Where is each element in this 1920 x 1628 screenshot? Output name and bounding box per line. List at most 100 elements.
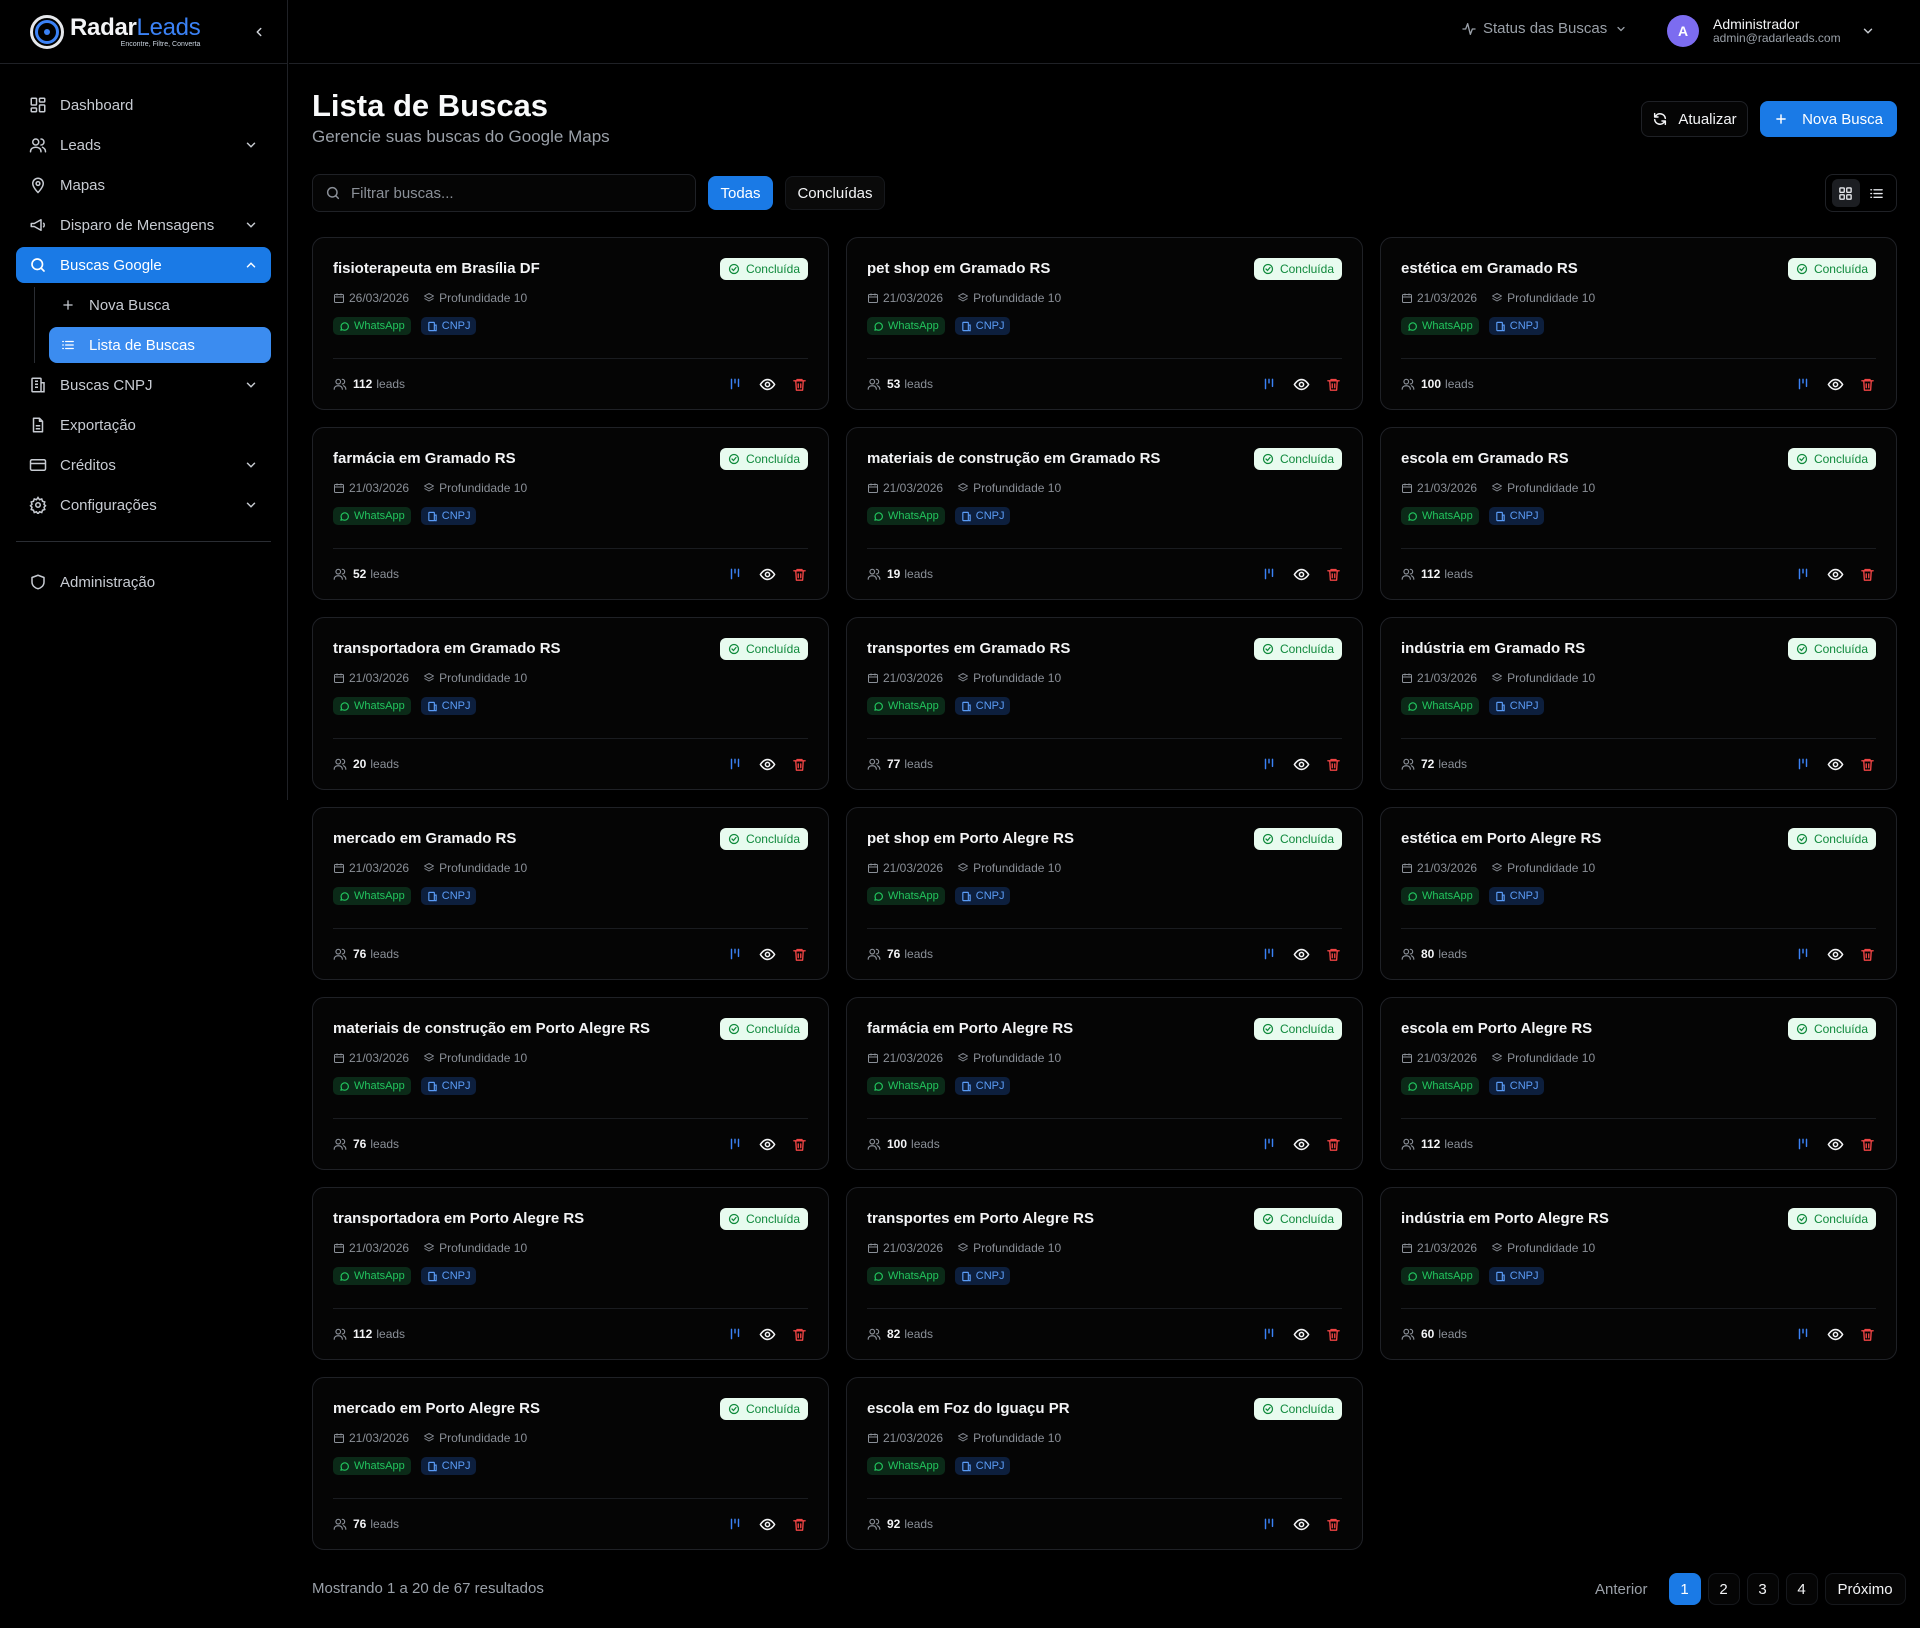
search-card[interactable]: transportes em Gramado RS Concluída 21/0… [846,617,1363,790]
columns-button[interactable] [726,1135,744,1153]
view-button[interactable] [758,945,776,963]
delete-button[interactable] [790,375,808,393]
delete-button[interactable] [1858,565,1876,583]
list-view-button[interactable] [1863,179,1891,207]
columns-button[interactable] [1260,1325,1278,1343]
view-button[interactable] [758,1135,776,1153]
view-button[interactable] [1292,1135,1310,1153]
sidebar-item-exportacao[interactable]: Exportação [16,407,271,443]
delete-button[interactable] [1858,755,1876,773]
columns-button[interactable] [726,755,744,773]
columns-button[interactable] [1260,1515,1278,1533]
search-card[interactable]: transportes em Porto Alegre RS Concluída… [846,1187,1363,1360]
search-card[interactable]: indústria em Porto Alegre RS Concluída 2… [1380,1187,1897,1360]
search-card[interactable]: farmácia em Porto Alegre RS Concluída 21… [846,997,1363,1170]
search-card[interactable]: estética em Gramado RS Concluída 21/03/2… [1380,237,1897,410]
search-card[interactable]: materiais de construção em Porto Alegre … [312,997,829,1170]
search-card[interactable]: transportadora em Porto Alegre RS Conclu… [312,1187,829,1360]
page-button-4[interactable]: 4 [1785,1573,1818,1605]
page-button-1[interactable]: 1 [1668,1573,1701,1605]
search-card[interactable]: pet shop em Gramado RS Concluída 21/03/2… [846,237,1363,410]
delete-button[interactable] [1324,1515,1342,1533]
columns-button[interactable] [1794,755,1812,773]
columns-button[interactable] [1260,1135,1278,1153]
delete-button[interactable] [1324,755,1342,773]
columns-button[interactable] [726,375,744,393]
columns-button[interactable] [1260,755,1278,773]
sidebar-item-configuracoes[interactable]: Configurações [16,487,271,523]
columns-button[interactable] [726,945,744,963]
delete-button[interactable] [790,755,808,773]
view-button[interactable] [1292,945,1310,963]
prev-page-button[interactable]: Anterior [1581,1573,1662,1605]
search-card[interactable]: escola em Porto Alegre RS Concluída 21/0… [1380,997,1897,1170]
columns-button[interactable] [726,1515,744,1533]
sidebar-item-buscas-google[interactable]: Buscas Google [16,247,271,283]
user-menu[interactable]: A Administrador admin@radarleads.com [1667,15,1875,47]
columns-button[interactable] [1794,1135,1812,1153]
view-button[interactable] [758,565,776,583]
search-card[interactable]: mercado em Gramado RS Concluída 21/03/20… [312,807,829,980]
view-button[interactable] [1826,1135,1844,1153]
brand-logo[interactable]: RadarLeads Encontre, Filtre, Converta [70,15,201,48]
columns-button[interactable] [726,1325,744,1343]
refresh-button[interactable]: Atualizar [1641,101,1748,137]
search-input[interactable] [351,184,671,202]
search-card[interactable]: farmácia em Gramado RS Concluída 21/03/2… [312,427,829,600]
filter-all-button[interactable]: Todas [708,176,773,210]
delete-button[interactable] [1858,945,1876,963]
view-button[interactable] [1292,375,1310,393]
view-button[interactable] [1826,945,1844,963]
delete-button[interactable] [790,1325,808,1343]
next-page-button[interactable]: Próximo [1824,1573,1906,1605]
sidebar-subitem-nova-busca[interactable]: Nova Busca [49,287,271,323]
search-card[interactable]: pet shop em Porto Alegre RS Concluída 21… [846,807,1363,980]
delete-button[interactable] [1324,1325,1342,1343]
delete-button[interactable] [790,945,808,963]
columns-button[interactable] [1260,375,1278,393]
new-search-button[interactable]: Nova Busca [1760,101,1897,137]
delete-button[interactable] [1858,1325,1876,1343]
delete-button[interactable] [1324,1135,1342,1153]
search-card[interactable]: indústria em Gramado RS Concluída 21/03/… [1380,617,1897,790]
search-card[interactable]: fisioterapeuta em Brasília DF Concluída … [312,237,829,410]
view-button[interactable] [758,1515,776,1533]
columns-button[interactable] [1794,1325,1812,1343]
grid-view-button[interactable] [1831,179,1860,207]
columns-button[interactable] [1794,565,1812,583]
columns-button[interactable] [726,565,744,583]
columns-button[interactable] [1794,375,1812,393]
delete-button[interactable] [1324,565,1342,583]
columns-button[interactable] [1794,945,1812,963]
view-button[interactable] [758,1325,776,1343]
view-button[interactable] [1292,565,1310,583]
sidebar-item-leads[interactable]: Leads [16,127,271,163]
delete-button[interactable] [790,1135,808,1153]
page-button-3[interactable]: 3 [1746,1573,1779,1605]
sidebar-item-administracao[interactable]: Administração [16,564,271,600]
sidebar-item-disparo[interactable]: Disparo de Mensagens [16,207,271,243]
delete-button[interactable] [1324,945,1342,963]
sidebar-item-dashboard[interactable]: Dashboard [16,87,271,123]
sidebar-item-buscas-cnpj[interactable]: Buscas CNPJ [16,367,271,403]
sidebar-item-creditos[interactable]: Créditos [16,447,271,483]
view-button[interactable] [1826,1325,1844,1343]
search-card[interactable]: escola em Gramado RS Concluída 21/03/202… [1380,427,1897,600]
search-card[interactable]: estética em Porto Alegre RS Concluída 21… [1380,807,1897,980]
collapse-sidebar-button[interactable] [247,20,271,44]
sidebar-subitem-lista-de-buscas[interactable]: Lista de Buscas [49,327,271,363]
sidebar-item-mapas[interactable]: Mapas [16,167,271,203]
columns-button[interactable] [1260,945,1278,963]
filter-completed-button[interactable]: Concluídas [785,176,885,210]
view-button[interactable] [758,375,776,393]
page-button-2[interactable]: 2 [1707,1573,1740,1605]
view-button[interactable] [758,755,776,773]
search-card[interactable]: escola em Foz do Iguaçu PR Concluída 21/… [846,1377,1363,1550]
delete-button[interactable] [1858,375,1876,393]
columns-button[interactable] [1260,565,1278,583]
delete-button[interactable] [1858,1135,1876,1153]
view-button[interactable] [1292,755,1310,773]
view-button[interactable] [1292,1325,1310,1343]
view-button[interactable] [1826,755,1844,773]
view-button[interactable] [1826,375,1844,393]
